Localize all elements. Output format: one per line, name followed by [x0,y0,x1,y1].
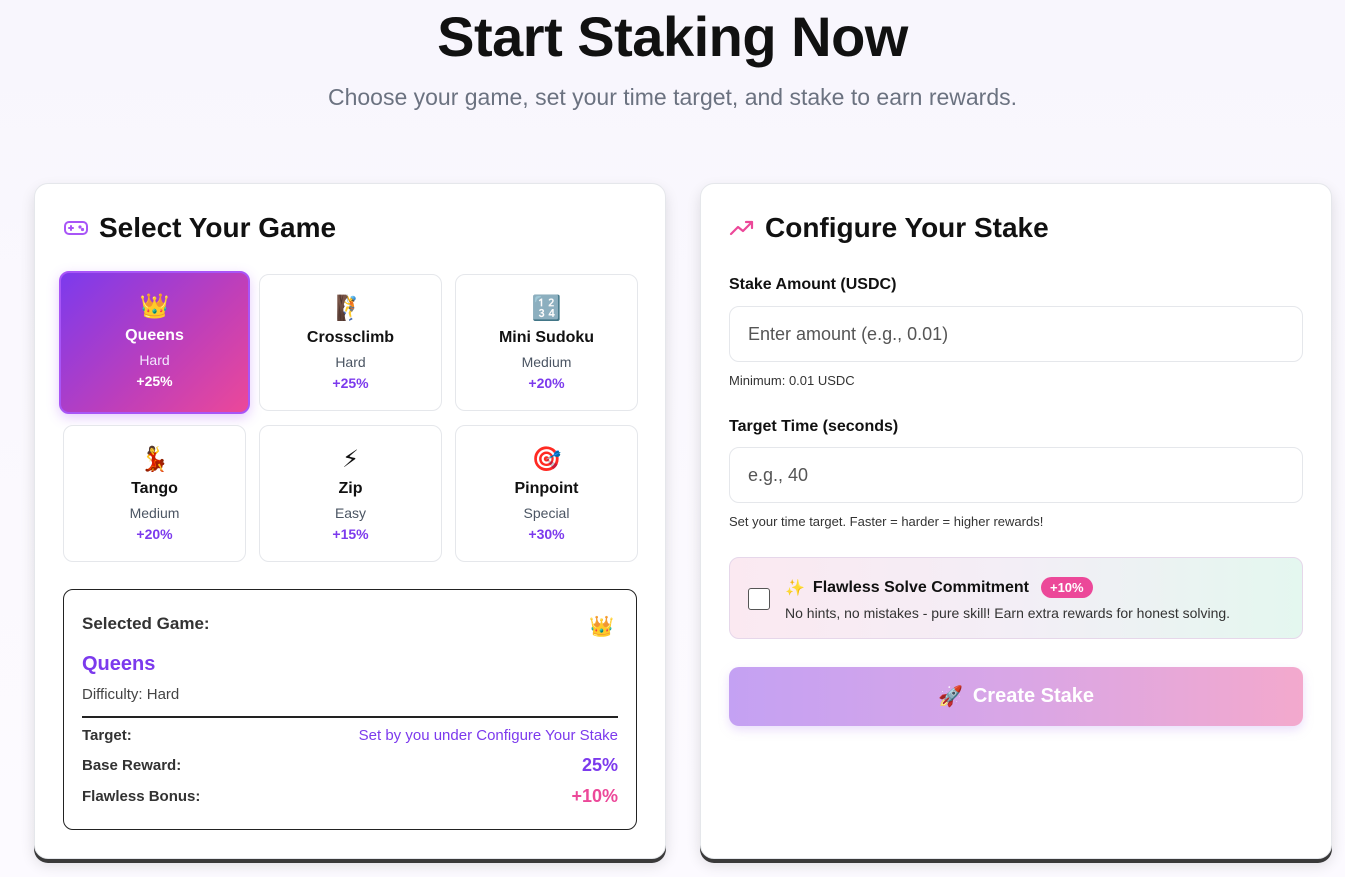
game-difficulty: Hard [139,352,170,368]
base-reward-label: Base Reward: [82,757,182,774]
target-icon: 🎯 [531,446,562,473]
flawless-bonus-label: Flawless Bonus: [82,788,201,805]
trending-up-icon [729,218,755,238]
game-bonus: +20% [528,375,565,391]
game-bonus: +30% [528,526,565,542]
select-game-heading: Select Your Game [63,212,336,244]
configure-stake-card: Configure Your Stake Stake Amount (USDC)… [700,183,1332,859]
game-bonus: +25% [136,373,173,389]
target-time-input[interactable] [729,447,1303,503]
game-name: Pinpoint [514,480,579,497]
game-card-tango[interactable]: 💃 Tango Medium +20% [63,425,246,562]
flawless-checkbox[interactable] [748,588,770,610]
climber-icon: 🧗 [335,295,366,322]
game-difficulty: Special [523,505,570,521]
game-bonus: +20% [136,526,173,542]
selected-game-label: Selected Game: [82,614,210,633]
game-bonus: +15% [332,526,369,542]
gamepad-icon [63,217,89,239]
create-stake-button[interactable]: 🚀 Create Stake [729,667,1303,726]
game-card-crossclimb[interactable]: 🧗 Crossclimb Hard +25% [259,274,442,411]
flawless-bonus-value: +10% [571,786,618,806]
game-bonus: +25% [332,375,369,391]
stake-amount-input[interactable] [729,306,1303,362]
selected-game-difficulty: Difficulty: Hard [82,686,180,703]
game-card-mini-sudoku[interactable]: 🔢 Mini Sudoku Medium +20% [455,274,638,411]
target-row: Target: Set by you under Configure Your … [82,727,618,744]
stake-amount-hint: Minimum: 0.01 USDC [729,373,855,388]
crown-icon: 👑 [139,293,170,320]
game-name: Queens [125,327,184,344]
game-name: Tango [131,480,178,497]
base-reward-row: Base Reward: 25% [82,755,618,776]
hero-subtitle: Choose your game, set your time target, … [327,84,1018,110]
game-name: Crossclimb [306,329,395,346]
stake-amount-label: Stake Amount (USDC) [729,276,897,293]
hero-title: Start Staking Now [437,5,908,68]
select-game-title: Select Your Game [99,212,337,243]
select-game-card: Select Your Game 👑 Queens Hard +25% 🧗 Cr… [34,183,666,859]
flawless-bonus-row: Flawless Bonus: +10% [82,786,618,807]
target-time-label: Target Time (seconds) [729,418,899,435]
flawless-description: No hints, no mistakes - pure skill! Earn… [785,605,1231,621]
game-difficulty: Easy [334,505,367,521]
flawless-commitment-box: ✨ Flawless Solve Commitment +10% No hint… [729,557,1303,639]
create-stake-label: Create Stake [972,685,1095,707]
game-name: Zip [338,480,363,497]
dancer-icon: 💃 [139,446,170,473]
configure-stake-heading: Configure Your Stake [729,212,1049,244]
numbers-icon: 🔢 [531,295,562,322]
sparkles-icon: ✨ [785,579,805,597]
flawless-title-row: ✨ Flawless Solve Commitment +10% [785,577,1093,598]
game-difficulty: Medium [129,505,180,521]
lightning-icon: ⚡ [342,446,359,473]
game-card-zip[interactable]: ⚡ Zip Easy +15% [259,425,442,562]
target-label: Target: [82,727,132,744]
target-value: Set by you under Configure Your Stake [358,727,618,744]
flawless-bonus-badge: +10% [1040,577,1093,598]
flawless-title: Flawless Solve Commitment [812,578,1029,596]
summary-divider [82,716,618,718]
selected-game-summary: Selected Game: 👑 Queens Difficulty: Hard… [63,589,637,830]
game-difficulty: Hard [335,354,366,370]
game-card-queens[interactable]: 👑 Queens Hard +25% [59,271,250,414]
rocket-icon: 🚀 [937,686,963,708]
target-time-hint: Set your time target. Faster = harder = … [729,514,1044,529]
game-difficulty: Medium [521,354,572,370]
game-name: Mini Sudoku [498,329,595,346]
configure-stake-title: Configure Your Stake [765,212,1049,243]
base-reward-value: 25% [581,755,618,775]
crown-icon: 👑 [589,616,614,638]
selected-game-name: Queens [82,653,156,675]
game-card-pinpoint[interactable]: 🎯 Pinpoint Special +30% [455,425,638,562]
